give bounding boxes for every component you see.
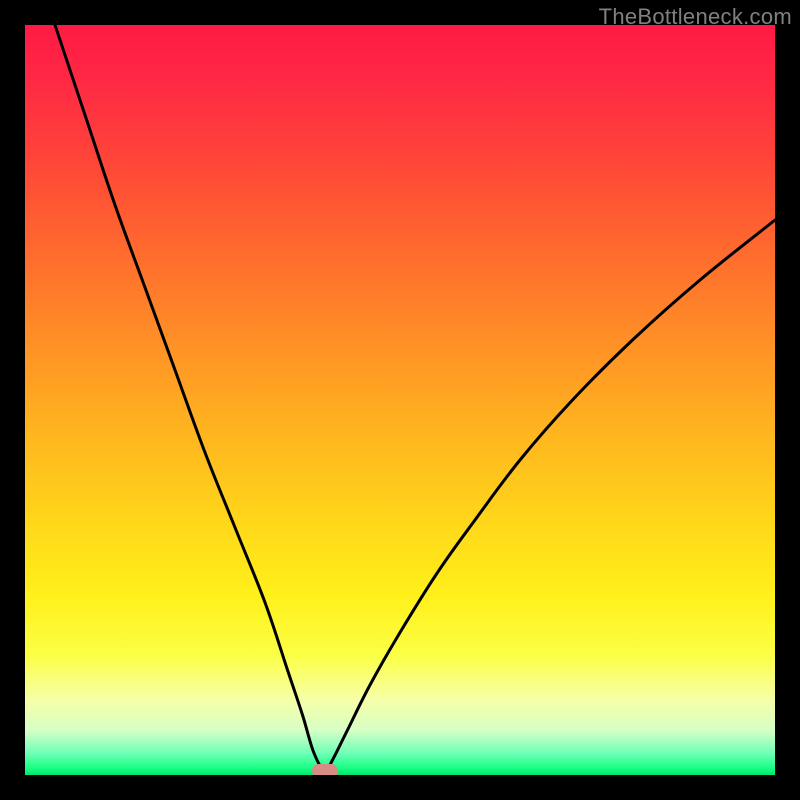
watermark-text: TheBottleneck.com [599,4,792,30]
bottleneck-curve [55,25,775,771]
plot-area [25,25,775,775]
chart-frame: TheBottleneck.com [0,0,800,800]
curve-layer [25,25,775,775]
optimal-point-marker [312,764,338,775]
